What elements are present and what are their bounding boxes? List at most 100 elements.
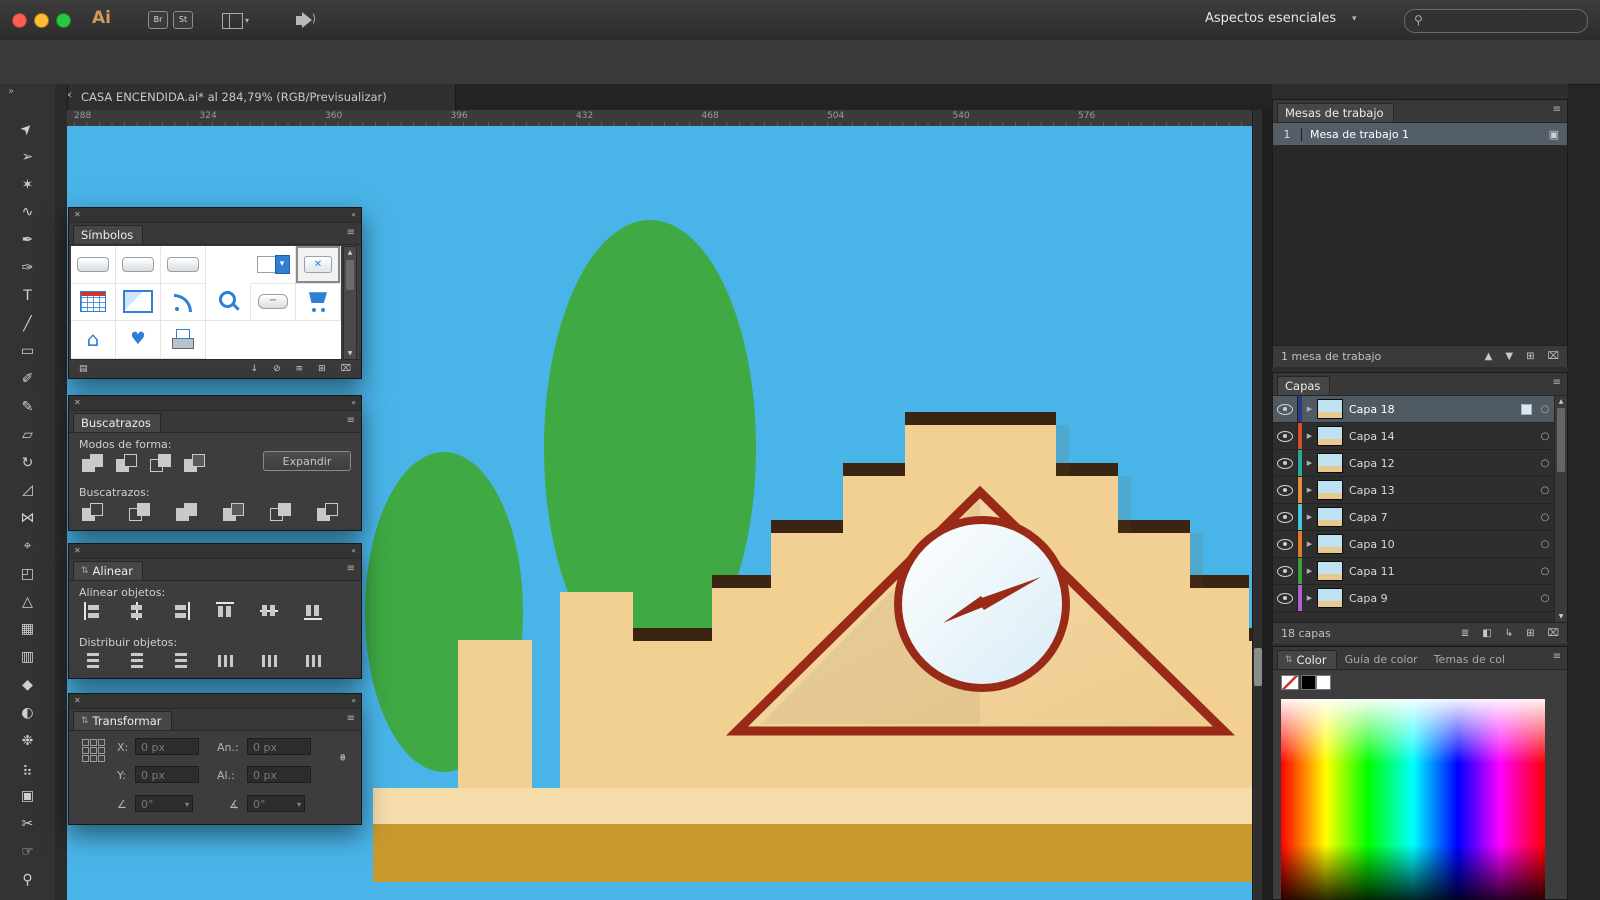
layer-name[interactable]: Capa 12 xyxy=(1343,457,1536,470)
panel-menu-icon[interactable]: ≡ xyxy=(1553,104,1561,115)
symbols-scrollbar[interactable]: ▲ ▼ xyxy=(343,246,357,360)
layer-thumbnail[interactable] xyxy=(1317,453,1343,473)
align-center-horizontal-icon[interactable] xyxy=(127,602,147,620)
building-pillar[interactable] xyxy=(458,640,532,810)
minus-back-icon[interactable] xyxy=(316,502,340,522)
mesh-tool[interactable]: ▦ xyxy=(0,616,55,644)
white-swatch[interactable] xyxy=(1316,675,1331,690)
delete-layer-icon[interactable]: ⌧ xyxy=(1547,628,1559,639)
crop-icon[interactable] xyxy=(222,502,246,522)
symbol-minus-button[interactable] xyxy=(251,284,296,322)
symbol-close-button[interactable] xyxy=(296,246,341,284)
tab-simbolos[interactable]: Símbolos xyxy=(73,225,143,244)
blend-tool[interactable]: ◐ xyxy=(0,700,55,728)
lasso-tool[interactable]: ∿ xyxy=(0,199,55,227)
pencil-tool[interactable]: ✎ xyxy=(0,394,55,422)
visibility-toggle[interactable] xyxy=(1273,531,1298,557)
symbol-rss[interactable] xyxy=(161,284,206,322)
zoom-window-button[interactable] xyxy=(56,13,71,28)
reference-point-locator[interactable] xyxy=(81,738,105,762)
panel-menu-icon[interactable]: ≡ xyxy=(347,415,355,426)
free-transform-tool[interactable]: ⌖ xyxy=(0,533,55,561)
tab-alinear[interactable]: ⇅Alinear xyxy=(73,561,143,580)
close-window-button[interactable] xyxy=(12,13,27,28)
artboard-icon[interactable]: ▣ xyxy=(1549,128,1567,141)
layer-name[interactable]: Capa 11 xyxy=(1343,565,1536,578)
visibility-toggle[interactable] xyxy=(1273,423,1298,449)
close-panel-icon[interactable]: ✕ xyxy=(74,398,81,407)
y-field[interactable]: 0 px xyxy=(135,766,199,783)
visibility-toggle[interactable] xyxy=(1273,477,1298,503)
align-top-icon[interactable] xyxy=(216,601,234,621)
layer-name[interactable]: Capa 14 xyxy=(1343,430,1536,443)
symbol-sprayer-tool[interactable]: ❉ xyxy=(0,728,55,756)
layer-row[interactable]: ▶ Capa 14 ○ xyxy=(1273,423,1554,450)
new-symbol-icon[interactable]: ⊞ xyxy=(318,364,326,374)
none-swatch[interactable] xyxy=(1281,675,1299,690)
gradient-tool[interactable]: ▥ xyxy=(0,644,55,672)
shear-field[interactable]: 0°▾ xyxy=(247,795,305,812)
pen-tool[interactable]: ✒ xyxy=(0,227,55,255)
tab-guia-de-color[interactable]: Guía de color xyxy=(1337,650,1426,669)
symbol-home[interactable]: ⌂ xyxy=(71,321,116,359)
align-right-icon[interactable] xyxy=(171,602,191,620)
panel-drag-bar[interactable]: ✕ « xyxy=(69,208,361,223)
ground[interactable] xyxy=(373,824,1252,882)
layer-row[interactable]: ▶ Capa 9 ○ xyxy=(1273,585,1554,612)
align-bottom-icon[interactable] xyxy=(304,601,322,621)
distribute-right-icon[interactable] xyxy=(304,651,322,671)
paintbrush-tool[interactable]: ✐ xyxy=(0,366,55,394)
collapse-panel-icon[interactable]: « xyxy=(351,696,356,705)
height-field[interactable]: 0 px xyxy=(247,766,311,783)
delete-artboard-icon[interactable]: ⌧ xyxy=(1547,351,1559,362)
layer-thumbnail[interactable] xyxy=(1317,480,1343,500)
building-base-strip[interactable] xyxy=(373,788,1252,824)
expand-layer-icon[interactable]: ▶ xyxy=(1302,540,1317,548)
tab-buscatrazos[interactable]: Buscatrazos xyxy=(73,413,161,432)
graph-tool[interactable]: ⣦ xyxy=(0,755,55,783)
minimize-window-button[interactable] xyxy=(34,13,49,28)
bridge-button[interactable]: Br xyxy=(148,11,168,29)
target-circle-icon[interactable]: ○ xyxy=(1536,431,1554,442)
collapse-panel-icon[interactable]: « xyxy=(351,210,356,219)
minus-front-icon[interactable] xyxy=(115,453,139,473)
panel-menu-icon[interactable]: ≡ xyxy=(347,713,355,724)
layer-row[interactable]: ▶ Capa 13 ○ xyxy=(1273,477,1554,504)
share-icon[interactable] xyxy=(296,16,304,25)
visibility-toggle[interactable] xyxy=(1273,504,1298,530)
align-left-icon[interactable] xyxy=(83,602,103,620)
toolbar-collapse-icon[interactable]: » xyxy=(8,86,14,97)
tab-capas[interactable]: Capas xyxy=(1277,376,1330,395)
symbol-printer[interactable] xyxy=(161,321,206,359)
rotate-tool[interactable]: ↻ xyxy=(0,450,55,478)
symbol-image-frame[interactable] xyxy=(116,284,161,322)
magic-wand-tool[interactable]: ✶ xyxy=(0,172,55,200)
panel-drag-bar[interactable]: ✕ « xyxy=(69,694,361,709)
target-circle-icon[interactable]: ○ xyxy=(1536,404,1554,415)
hand-tool[interactable]: ☞ xyxy=(0,839,55,867)
symbol-cart[interactable] xyxy=(296,284,341,322)
layer-thumbnail[interactable] xyxy=(1317,507,1343,527)
target-circle-icon[interactable]: ○ xyxy=(1536,485,1554,496)
panel-drag-bar[interactable]: ✕ « xyxy=(69,544,361,559)
layer-name[interactable]: Capa 9 xyxy=(1343,592,1536,605)
break-link-icon[interactable]: ⊘ xyxy=(273,364,281,374)
symbol-web-button[interactable] xyxy=(71,246,116,284)
layer-row[interactable]: ▶ Capa 10 ○ xyxy=(1273,531,1554,558)
layer-row[interactable]: ▶ Capa 12 ○ xyxy=(1273,450,1554,477)
tab-mesas-de-trabajo[interactable]: Mesas de trabajo xyxy=(1277,103,1394,122)
expand-layer-icon[interactable]: ▶ xyxy=(1302,432,1317,440)
expand-layer-icon[interactable]: ▶ xyxy=(1302,513,1317,521)
color-spectrum[interactable] xyxy=(1281,699,1545,900)
black-swatch[interactable] xyxy=(1301,675,1316,690)
symbol-libraries-icon[interactable]: ▤ xyxy=(79,364,88,374)
move-artboard-down-icon[interactable]: ▼ xyxy=(1505,351,1513,362)
search-box[interactable]: ⚲ xyxy=(1404,9,1588,33)
target-circle-icon[interactable]: ○ xyxy=(1536,512,1554,523)
symbol-calendar[interactable] xyxy=(71,284,116,322)
expand-layer-icon[interactable]: ▶ xyxy=(1302,567,1317,575)
stock-button[interactable]: St xyxy=(173,11,193,29)
x-field[interactable]: 0 px xyxy=(135,738,199,755)
panel-menu-icon[interactable]: ≡ xyxy=(347,227,355,238)
delete-symbol-icon[interactable]: ⌧ xyxy=(341,364,351,374)
